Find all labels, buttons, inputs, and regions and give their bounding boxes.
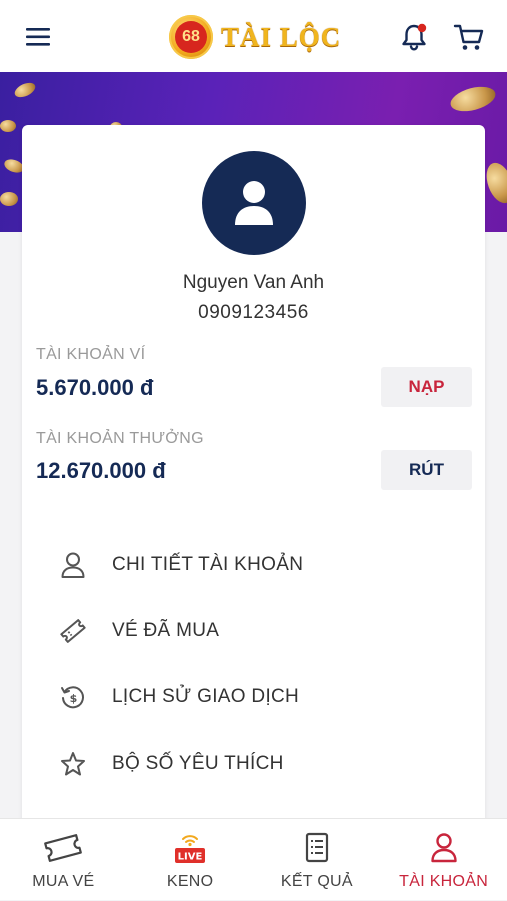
live-icon: LIVE xyxy=(127,831,254,865)
menu-item-purchased-tickets[interactable]: VÉ ĐÃ MUA xyxy=(58,611,458,651)
wallet-account-balance: 5.670.000 đ xyxy=(36,375,154,400)
coin-decoration xyxy=(481,159,507,207)
notification-dot xyxy=(417,23,427,33)
avatar[interactable] xyxy=(202,151,306,255)
app-logo[interactable]: 68 TÀI LỘC xyxy=(169,12,341,62)
menu-item-transaction-history[interactable]: $ LỊCH SỬ GIAO DỊCH xyxy=(58,677,458,717)
user-name: Nguyen Van Anh xyxy=(182,272,325,293)
user-phone: 0909123456 xyxy=(198,302,309,323)
history-dollar-icon: $ xyxy=(58,682,88,712)
bonus-account-label: TÀI KHOẢN THƯỞNG xyxy=(36,430,204,447)
nav-tab-results[interactable]: KẾT QUẢ xyxy=(254,819,381,901)
user-outline-icon xyxy=(380,831,507,865)
withdraw-button[interactable]: RÚT xyxy=(381,450,472,490)
nav-tab-label: TÀI KHOẢN xyxy=(399,873,489,890)
bell-icon[interactable] xyxy=(399,22,429,52)
results-list-icon xyxy=(254,831,381,865)
deposit-button[interactable]: NẠP xyxy=(381,367,472,407)
hamburger-menu-icon[interactable] xyxy=(24,22,54,52)
nav-tab-label: MUA VÉ xyxy=(32,873,95,890)
svg-text:$: $ xyxy=(70,692,78,705)
coin-decoration xyxy=(12,79,38,101)
menu-item-label: BỘ SỐ YÊU THÍCH xyxy=(112,753,284,774)
menu-item-label: CHI TIẾT TÀI KHOẢN xyxy=(112,554,304,575)
live-badge-text: LIVE xyxy=(178,852,203,863)
star-icon xyxy=(58,749,88,779)
nav-tab-keno[interactable]: LIVE KENO xyxy=(127,819,254,901)
menu-item-label: VÉ ĐÃ MUA xyxy=(112,620,220,641)
top-app-bar: 68 TÀI LỘC xyxy=(0,0,507,72)
logo-badge-number: 68 xyxy=(175,21,207,53)
menu-item-favorite-numbers[interactable]: BỘ SỐ YÊU THÍCH xyxy=(58,744,458,784)
cart-icon[interactable] xyxy=(452,20,486,54)
nav-tab-account[interactable]: TÀI KHOẢN xyxy=(380,819,507,901)
wallet-account-label: TÀI KHOẢN VÍ xyxy=(36,346,146,363)
bottom-navigation: MUA VÉ LIVE KENO KẾT QUẢ TÀI KHOẢN xyxy=(0,818,507,900)
logo-badge: 68 xyxy=(169,15,213,59)
ticket-icon xyxy=(0,831,127,865)
menu-item-label: LỊCH SỬ GIAO DỊCH xyxy=(112,686,300,707)
logo-text: TÀI LỘC xyxy=(221,21,342,52)
bonus-account-balance: 12.670.000 đ xyxy=(36,458,166,483)
user-outline-icon xyxy=(58,550,88,580)
nav-tab-label: KẾT QUẢ xyxy=(280,873,353,890)
ticket-icon xyxy=(58,616,88,646)
account-card: Nguyen Van Anh 0909123456 TÀI KHOẢN VÍ 5… xyxy=(22,125,485,825)
nav-tab-buy-ticket[interactable]: MUA VÉ xyxy=(0,819,127,901)
coin-decoration xyxy=(0,192,18,206)
menu-item-account-details[interactable]: CHI TIẾT TÀI KHOẢN xyxy=(58,545,458,585)
coin-decoration xyxy=(0,120,16,132)
coin-decoration xyxy=(447,82,499,116)
user-icon xyxy=(235,181,273,225)
nav-tab-label: KENO xyxy=(166,873,214,890)
